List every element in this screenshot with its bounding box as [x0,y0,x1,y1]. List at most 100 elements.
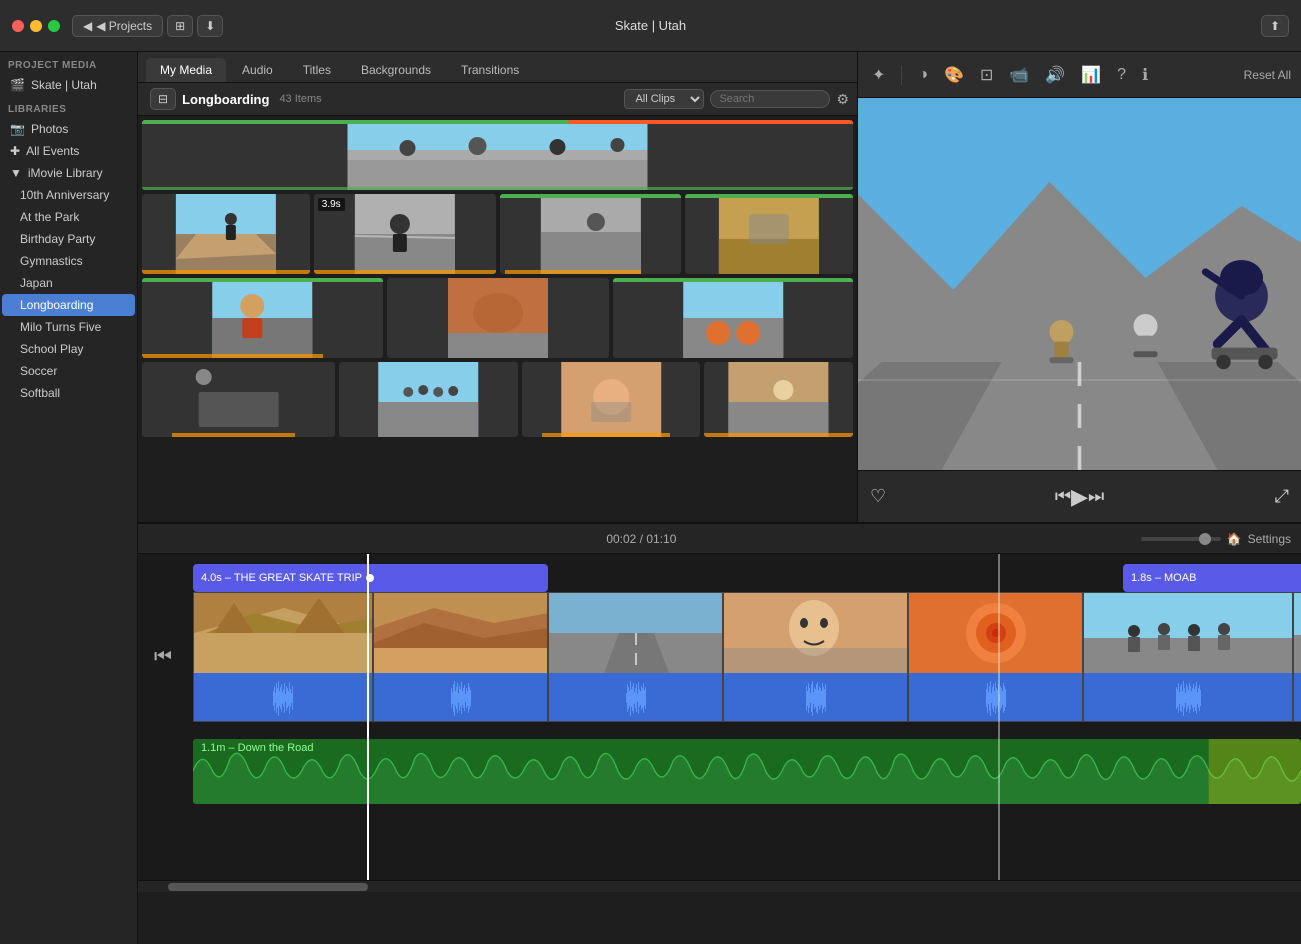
media-thumb-r3-2[interactable] [387,278,609,358]
tab-audio[interactable]: Audio [228,58,287,82]
timeline-tracks: 4.0s – THE GREAT SKATE TRIP 1.8s – MOAB … [138,554,1301,880]
minimize-button[interactable] [30,20,42,32]
secondary-playhead [998,554,1000,880]
color-balance-button[interactable]: ◑ [914,64,932,86]
media-thumb-r2-4[interactable] [685,194,853,274]
media-thumb-r4-3[interactable] [522,362,700,437]
libraries-label: LIBRARIES [0,96,137,118]
sidebar-item-photos[interactable]: 📷 Photos [2,118,135,140]
media-row-3 [142,278,853,358]
tab-backgrounds[interactable]: Backgrounds [347,58,445,82]
sidebar-item-all-events[interactable]: ✚ All Events [2,140,135,162]
close-button[interactable] [12,20,24,32]
media-row-4 [142,362,853,437]
browser-collection-title: Longboarding [182,92,269,107]
event-label-10th: 10th Anniversary [20,188,109,202]
skip-to-start-icon[interactable]: ⏮ [143,592,183,722]
sidebar-item-imovie-library[interactable]: ▼ iMovie Library [2,162,135,184]
event-label-soccer: Soccer [20,364,57,378]
media-thumb-r3-3[interactable] [613,278,854,358]
noise-reduction-button[interactable]: 📊 [1077,63,1105,87]
crop-button[interactable]: ⊡ [976,63,997,87]
grid-view-button[interactable]: ⊞ [167,15,193,37]
timeline-scrollbar[interactable] [138,880,1301,892]
sidebar-item-10th[interactable]: 10th Anniversary [2,184,135,206]
zoom-icon: 🏠 [1227,532,1242,546]
film-icon: 🎬 [10,78,25,92]
video-clip-1[interactable] [193,592,373,722]
media-thumb-r4-4[interactable] [704,362,853,437]
clips-filter-select[interactable]: All Clips Favorites Rejected [624,89,704,109]
video-clip-4[interactable] [723,592,908,722]
favorite-button[interactable]: ♡ [870,486,886,507]
settings-label[interactable]: Settings [1248,532,1291,546]
sidebar-item-japan[interactable]: Japan [2,272,135,294]
title-clip-2[interactable]: 1.8s – MOAB [1123,564,1301,592]
preview-video [858,98,1301,470]
magic-wand-button[interactable]: ✦ [868,63,889,87]
media-row-2: 3.9s [142,194,853,274]
event-label-japan: Japan [20,276,53,290]
main-container: PROJECT MEDIA 🎬 Skate | Utah LIBRARIES 📷… [0,52,1301,944]
tab-my-media[interactable]: My Media [146,58,226,82]
sidebar: PROJECT MEDIA 🎬 Skate | Utah LIBRARIES 📷… [0,52,138,944]
tab-transitions[interactable]: Transitions [447,58,533,82]
media-thumb-r2-1[interactable] [142,194,310,274]
sidebar-item-milo[interactable]: Milo Turns Five [2,316,135,338]
event-label-milo: Milo Turns Five [20,320,101,334]
sidebar-item-gymnastics[interactable]: Gymnastics [2,250,135,272]
timeline-scroll-thumb[interactable] [168,883,368,891]
projects-button[interactable]: ◀ ◀ Projects [72,15,163,37]
title-clip-1[interactable]: 4.0s – THE GREAT SKATE TRIP [193,564,548,592]
video-clip-6[interactable] [1083,592,1293,722]
reset-all-button[interactable]: Reset All [1244,68,1291,82]
sidebar-item-schoolplay[interactable]: School Play [2,338,135,360]
sidebar-item-softball[interactable]: Softball [2,382,135,404]
share-button[interactable]: ⬆ [1261,15,1289,37]
media-thumb-r4-2[interactable] [339,362,517,437]
preview-area: ✦ ◑ 🎨 ⊡ 📹 🔊 📊 ? ℹ Reset All [858,52,1301,522]
media-grid: 3.9s [138,116,857,522]
sidebar-events-list: 10th Anniversary At the Park Birthday Pa… [0,184,137,944]
skip-forward-button[interactable]: ⏭ [1088,486,1104,507]
skip-back-button[interactable]: ⏮ [1055,486,1071,507]
event-label-longboarding: Longboarding [20,298,93,312]
video-clip-5[interactable] [908,592,1083,722]
settings-gear-button[interactable]: ⚙ [836,91,849,108]
tab-titles[interactable]: Titles [289,58,345,82]
title-clip-1-label: 4.0s – THE GREAT SKATE TRIP [201,572,362,584]
zoom-track[interactable] [1141,537,1221,541]
media-thumb-r2-3[interactable] [500,194,682,274]
media-thumb-r4-1[interactable] [142,362,335,437]
stabilize-button[interactable]: 📹 [1005,63,1033,87]
volume-button[interactable]: 🔊 [1041,63,1069,87]
play-button[interactable]: ▶ [1071,484,1088,510]
video-clip-7[interactable] [1293,592,1301,722]
clip-info-button[interactable]: ℹ [1138,63,1152,87]
fullscreen-preview-button[interactable]: ⤢ [1275,486,1289,507]
media-thumb-row1-full[interactable] [142,120,853,190]
inspector-toolbar: ✦ ◑ 🎨 ⊡ 📹 🔊 📊 ? ℹ Reset All [858,52,1301,98]
color-correction-button[interactable]: 🎨 [940,63,968,87]
video-clip-2[interactable] [373,592,548,722]
media-tabs: My Media Audio Titles Backgrounds Transi… [138,52,857,83]
fullscreen-button[interactable] [48,20,60,32]
sidebar-item-soccer[interactable]: Soccer [2,360,135,382]
media-thumb-r3-1[interactable] [142,278,383,358]
playhead[interactable] [367,554,369,880]
browser-toolbar: ⊟ Longboarding 43 Items All Clips Favori… [138,83,857,116]
media-thumb-r2-2[interactable]: 3.9s [314,194,496,274]
video-clip-3[interactable] [548,592,723,722]
imovie-library-label: iMovie Library [28,166,103,180]
import-button[interactable]: ⬇ [197,15,223,37]
sidebar-item-birthday[interactable]: Birthday Party [2,228,135,250]
sidebar-item-atpark[interactable]: At the Park [2,206,135,228]
zoom-thumb[interactable] [1199,533,1211,545]
sidebar-item-project[interactable]: 🎬 Skate | Utah [2,74,135,96]
speed-button[interactable]: ? [1113,64,1130,86]
sidebar-item-longboarding[interactable]: Longboarding [2,294,135,316]
grid-toggle-button[interactable]: ⊟ [150,88,176,110]
timecode-display: 00:02 / 01:10 [148,532,1135,546]
search-input[interactable] [710,90,830,108]
audio-track[interactable]: 1.1m – Down the Road // This will be ren… [193,739,1301,804]
